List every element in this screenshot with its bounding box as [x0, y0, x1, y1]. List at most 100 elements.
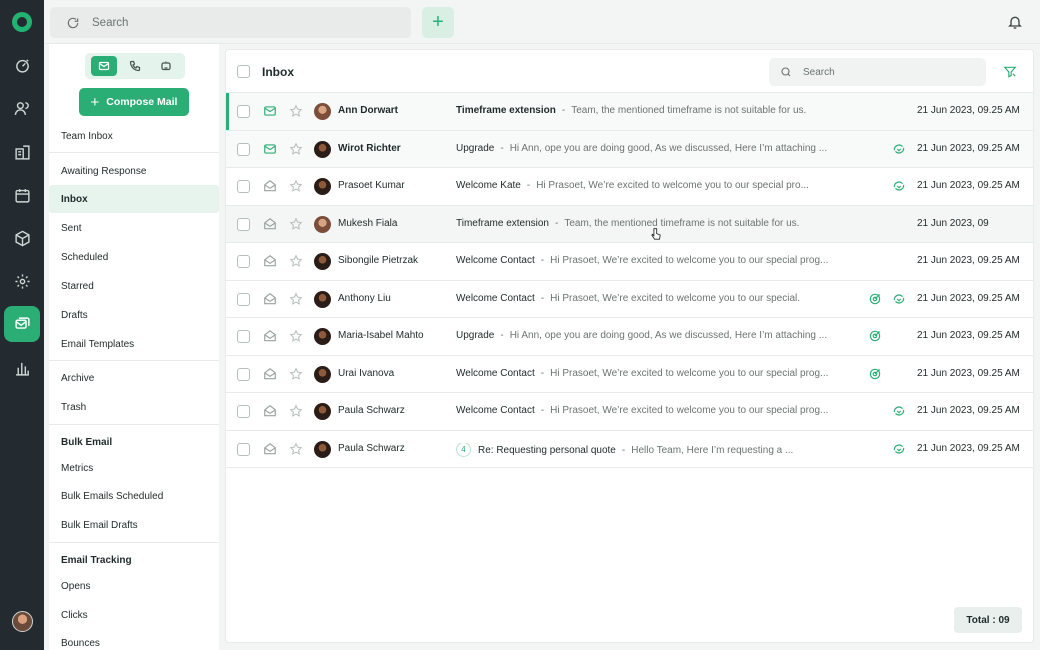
star-icon[interactable]: [289, 217, 303, 231]
star-icon[interactable]: [289, 292, 303, 306]
compose-mail-button[interactable]: + Compose Mail: [79, 88, 189, 116]
settings-icon[interactable]: [4, 263, 40, 299]
app-logo[interactable]: [12, 12, 32, 32]
envelope-icon: [264, 143, 276, 154]
sidebar-item-opens[interactable]: Opens: [49, 572, 219, 600]
avatar: [314, 103, 331, 120]
sender-name: Maria-Isabel Mahto: [338, 330, 424, 341]
sidebar-item-inbox[interactable]: Inbox: [49, 185, 219, 213]
preview: Team, the mentioned timeframe is not sui…: [564, 217, 800, 229]
star-icon[interactable]: [289, 179, 303, 193]
reports-icon[interactable]: [4, 350, 40, 386]
contacts-icon[interactable]: [4, 90, 40, 126]
table-row[interactable]: Sibongile Pietrzak Welcome Contact - Hi Pr…: [226, 243, 1033, 281]
user-avatar[interactable]: [12, 611, 33, 632]
row-checkbox[interactable]: [237, 405, 250, 418]
bell-icon[interactable]: [1007, 14, 1023, 30]
row-checkbox[interactable]: [237, 255, 250, 268]
sidebar-item-awaiting-response[interactable]: Awaiting Response: [49, 157, 219, 185]
filter-icon[interactable]: [1003, 65, 1017, 79]
sidebar-item-drafts[interactable]: Drafts: [49, 301, 219, 329]
star-icon[interactable]: [289, 142, 303, 156]
table-row[interactable]: Ann Dorwart Timeframe extension - Team, th…: [226, 93, 1033, 131]
sidebar-heading-email-tracking[interactable]: Email Tracking: [49, 546, 219, 574]
select-all-checkbox[interactable]: [237, 65, 250, 78]
avatar: [314, 403, 331, 420]
message-snippet: Welcome Kate - Hi Prasoet, We’re excited t…: [456, 180, 856, 191]
sidebar-item-team-inbox[interactable]: Team Inbox: [49, 122, 219, 150]
sidebar-item-sent[interactable]: Sent: [49, 214, 219, 242]
table-row[interactable]: Mukesh Fiala Timeframe extension - Team, t…: [226, 205, 1033, 243]
date: 21 Jun 2023, 09.25 AM: [917, 442, 1020, 454]
open-envelope-icon: [264, 330, 276, 342]
sidebar-item-scheduled[interactable]: Scheduled: [49, 243, 219, 271]
global-search-input[interactable]: Search: [50, 7, 411, 38]
table-row[interactable]: Paula Schwarz Welcome Contact - Hi Prasoet…: [226, 393, 1033, 431]
sidebar-item-clicks[interactable]: Clicks: [49, 601, 219, 629]
table-row[interactable]: Wirot Richter Upgrade - Hi Ann, ope you ar…: [226, 130, 1033, 168]
sidebar-item-bulk-email-drafts[interactable]: Bulk Email Drafts: [49, 511, 219, 539]
subject: Welcome Contact: [456, 255, 535, 266]
inbox-search-input[interactable]: Search: [769, 58, 986, 86]
divider: [49, 424, 219, 425]
tab-bot[interactable]: [153, 56, 179, 76]
row-checkbox[interactable]: [237, 217, 250, 231]
row-checkbox[interactable]: [237, 442, 250, 456]
dashboard-icon[interactable]: [4, 47, 40, 83]
sidebar-item-trash[interactable]: Trash: [49, 393, 219, 421]
sidebar-item-starred[interactable]: Starred: [49, 272, 219, 300]
row-checkbox[interactable]: [237, 367, 250, 381]
email-icon[interactable]: [4, 306, 40, 342]
sidebar-item-bulk-emails-scheduled[interactable]: Bulk Emails Scheduled: [49, 482, 219, 510]
table-row[interactable]: Prasoet Kumar Welcome Kate - Hi Prasoet, W…: [226, 168, 1033, 206]
divider: [49, 360, 219, 361]
avatar: [314, 440, 331, 458]
products-icon[interactable]: [4, 220, 40, 256]
separator: -: [540, 405, 545, 416]
message-snippet: Upgrade - Hi Ann, ope you are doing good, …: [456, 143, 856, 154]
sender-name: Ann Dorwart: [338, 105, 398, 116]
tab-email[interactable]: [90, 56, 117, 76]
avatar: [314, 178, 331, 195]
date: 21 Jun 2023, 09.25 AM: [917, 367, 1020, 379]
star-icon[interactable]: [289, 404, 303, 418]
separator: -: [561, 105, 566, 116]
separator: -: [526, 180, 531, 191]
star-icon[interactable]: [289, 442, 303, 456]
separator: -: [540, 255, 545, 266]
table-row[interactable]: Maria-Isabel Mahto Upgrade - Hi Ann, ope y…: [226, 318, 1033, 356]
message-snippet: Timeframe extension - Team, the mentioned …: [456, 218, 856, 229]
open-envelope-icon: [264, 255, 276, 267]
sidebar-heading-bulk-email[interactable]: Bulk Email: [49, 428, 219, 456]
star-icon[interactable]: [289, 329, 303, 343]
table-row[interactable]: Anthony Liu Welcome Contact - Hi Prasoet, …: [226, 281, 1033, 318]
calendar-icon[interactable]: [4, 177, 40, 213]
star-icon[interactable]: [289, 104, 303, 118]
row-checkbox[interactable]: [237, 292, 250, 306]
row-checkbox[interactable]: [237, 105, 250, 118]
date: 21 Jun 2023, 09.25 AM: [917, 405, 1020, 416]
row-checkbox[interactable]: [237, 330, 250, 343]
preview: Hi Prasoet, We’re excited to welcome you…: [536, 180, 809, 191]
subject: Welcome Contact: [456, 405, 535, 416]
table-row[interactable]: Paula Schwarz 4 Re: Requesting personal q…: [226, 431, 1033, 468]
row-checkbox[interactable]: [237, 180, 250, 193]
add-button[interactable]: +: [422, 7, 454, 38]
tab-phone[interactable]: [122, 56, 148, 76]
star-icon[interactable]: [289, 254, 303, 268]
separator: -: [540, 292, 545, 304]
mail-icon: [98, 61, 109, 71]
row-checkbox[interactable]: [237, 142, 250, 156]
sidebar-item-metrics[interactable]: Metrics: [49, 454, 219, 482]
preview: Hello Team, Here I’m requesting a ...: [631, 444, 794, 456]
sidebar-item-archive[interactable]: Archive: [49, 364, 219, 392]
star-icon[interactable]: [289, 367, 303, 381]
table-row[interactable]: Urai Ivanova Welcome Contact - Hi Prasoet,…: [226, 356, 1033, 393]
sidebar-item-email-templates[interactable]: Email Templates: [49, 330, 219, 358]
message-snippet: Welcome Contact - Hi Prasoet, We’re excite…: [456, 293, 856, 304]
sender-name: Anthony Liu: [338, 292, 391, 304]
separator: -: [555, 217, 559, 229]
open-envelope-icon: [264, 180, 276, 192]
sidebar-item-bounces[interactable]: Bounces: [49, 629, 219, 650]
company-icon[interactable]: [4, 134, 40, 170]
